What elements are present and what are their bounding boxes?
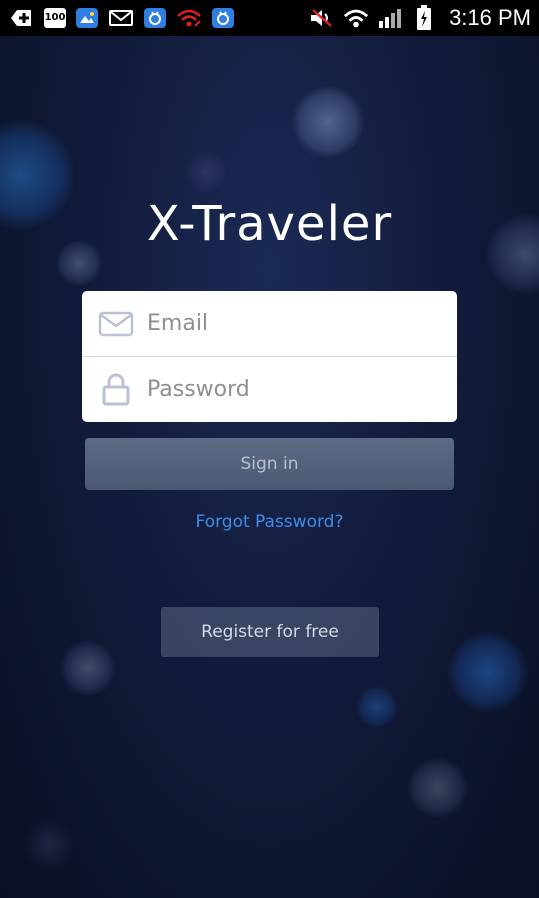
lock-icon <box>96 371 136 407</box>
signal-icon <box>377 6 403 30</box>
background-bokeh <box>356 686 398 728</box>
background-bokeh <box>184 150 228 194</box>
gmail-icon <box>108 6 134 30</box>
volume-muted-icon <box>309 6 335 30</box>
plus-icon <box>8 6 34 30</box>
password-input[interactable] <box>147 357 447 422</box>
wifi-warning-icon <box>176 6 202 30</box>
notification-icons: 100 <box>8 6 234 30</box>
background-bokeh <box>448 632 528 712</box>
envelope-icon <box>96 306 136 342</box>
battery-charging-icon <box>411 5 437 30</box>
battery-100-icon: 100 <box>44 8 66 28</box>
background-bokeh <box>24 820 74 870</box>
login-screen: 100 3:16 PM X-Traveler Email Sign in For… <box>0 0 539 898</box>
app-notification-icon <box>212 8 234 28</box>
app-notification-icon <box>144 8 166 28</box>
background-bokeh <box>60 640 116 696</box>
email-field <box>82 291 457 356</box>
email-input[interactable] <box>147 291 447 356</box>
register-button[interactable]: Register for free <box>161 607 379 657</box>
system-icons: 3:16 PM <box>309 5 531 31</box>
login-form <box>82 291 457 422</box>
status-bar: 100 3:16 PM <box>0 0 539 36</box>
background-bokeh <box>292 86 364 158</box>
sign-in-button[interactable]: Sign in <box>85 438 454 490</box>
wifi-icon <box>343 6 369 30</box>
password-field <box>82 356 457 422</box>
app-title: X-Traveler <box>146 196 393 252</box>
background-bokeh <box>408 758 468 818</box>
photo-notification-icon <box>76 8 98 28</box>
status-time: 3:16 PM <box>449 5 531 30</box>
forgot-password-link[interactable]: Forgot Password? <box>0 512 539 532</box>
